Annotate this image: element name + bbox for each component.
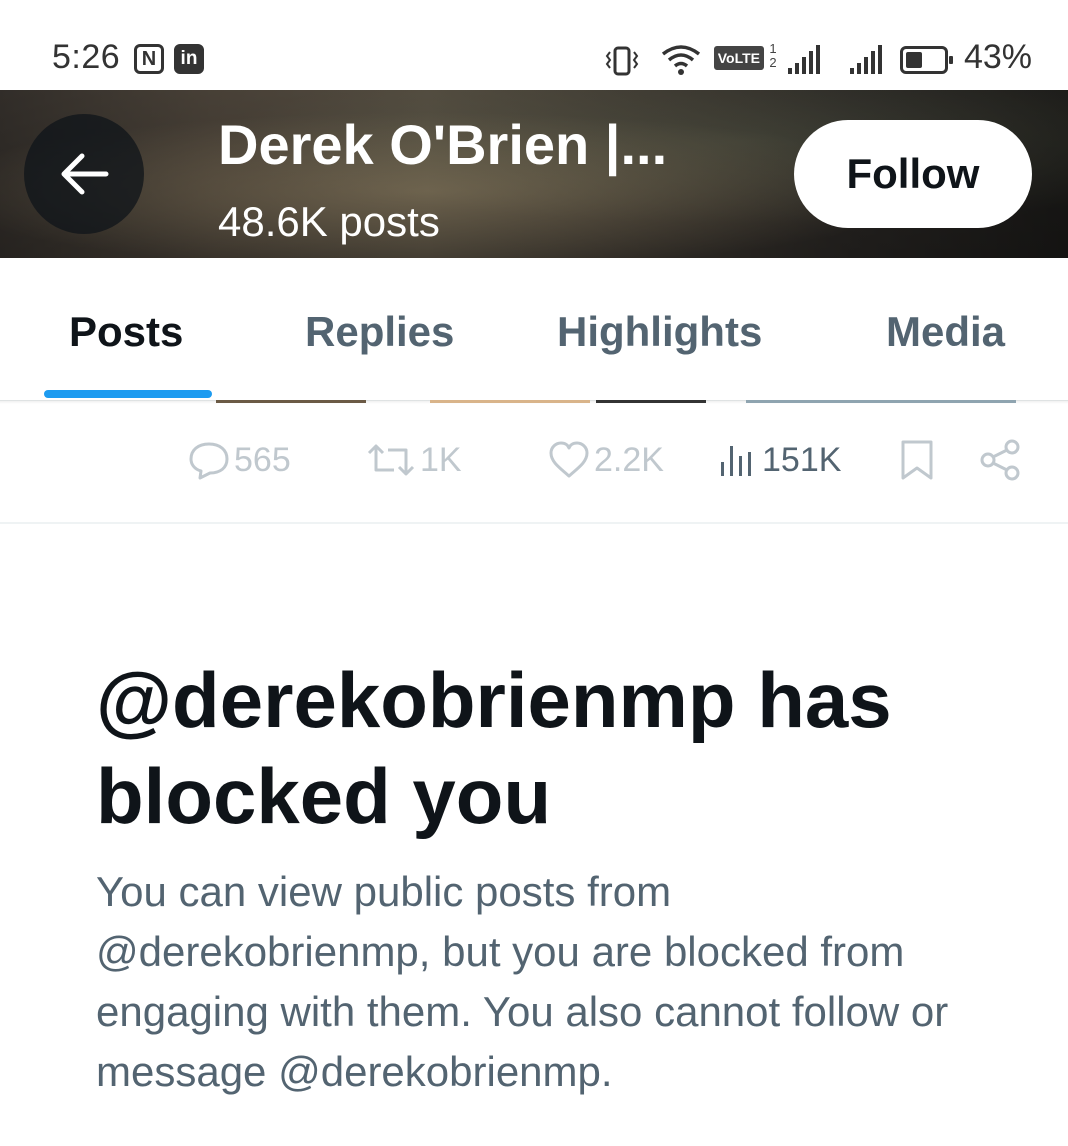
vibrate-icon [605, 46, 639, 76]
blocked-title: @derekobrienmp has blocked you [96, 656, 892, 840]
media-edge [430, 400, 590, 403]
media-edge [216, 400, 366, 403]
signal-icon [788, 45, 820, 74]
battery-icon [900, 46, 953, 74]
views-action[interactable]: 151K [718, 438, 841, 482]
repost-action[interactable]: 1K [366, 438, 462, 482]
reply-action[interactable]: 565 [188, 438, 291, 482]
tab-replies[interactable]: Replies [305, 308, 454, 356]
reply-count: 565 [234, 440, 291, 479]
signal-icon [850, 45, 882, 74]
active-tab-indicator [44, 390, 212, 398]
profile-header: Derek O'Brien |... 48.6K posts Follow [0, 90, 1068, 258]
volte-badge: VoLTE [713, 46, 764, 70]
views-icon [721, 446, 751, 476]
media-edge [596, 400, 706, 403]
reply-icon [189, 442, 229, 480]
profile-name: Derek O'Brien |... [218, 113, 668, 176]
back-button[interactable] [24, 114, 144, 234]
linkedin-icon: in [174, 44, 204, 74]
battery-percent: 43% [963, 38, 1032, 76]
back-arrow-icon [61, 153, 109, 195]
repost-icon [367, 444, 415, 476]
view-count: 151K [762, 440, 842, 479]
tab-media[interactable]: Media [886, 308, 1005, 356]
share-action[interactable] [978, 438, 1022, 482]
status-time: 5:26 [52, 38, 121, 76]
repost-count: 1K [420, 440, 462, 479]
follow-button[interactable]: Follow [794, 120, 1032, 228]
bookmark-icon [901, 440, 933, 480]
tab-posts[interactable]: Posts [69, 308, 183, 356]
nfc-icon: N [134, 44, 164, 74]
wifi-icon [661, 45, 701, 75]
like-icon [549, 441, 589, 478]
profile-tabs: Posts Replies Highlights Media [0, 258, 1068, 401]
bookmark-action[interactable] [898, 438, 936, 482]
media-edge [746, 400, 1016, 403]
post-count: 48.6K posts [218, 198, 440, 245]
share-icon [980, 439, 1020, 481]
tab-highlights[interactable]: Highlights [557, 308, 762, 356]
like-count: 2.2K [594, 440, 664, 479]
sim-index: 1 2 [769, 41, 777, 70]
status-indicators: VoLTE 1 2 43% [512, 38, 1032, 82]
post-divider [0, 522, 1068, 524]
like-action[interactable]: 2.2K [548, 438, 664, 482]
blocked-description: You can view public posts from @derekobr… [96, 868, 949, 1095]
status-bar: 5:26 N in VoLTE 1 2 43% [0, 0, 1068, 90]
post-actions: 565 1K 2.2K 151K [0, 420, 1068, 500]
